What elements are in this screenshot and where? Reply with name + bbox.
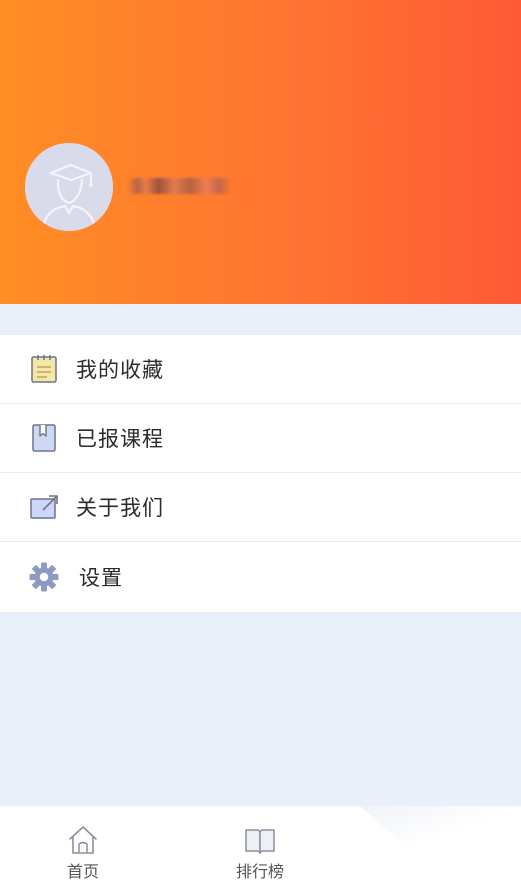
avatar[interactable] (25, 143, 113, 231)
menu-list: 我的收藏 已报课程 关于我们 设置 (0, 335, 521, 612)
menu-item-settings[interactable]: 设置 (0, 542, 521, 612)
username-redacted (127, 175, 232, 197)
external-link-icon (28, 491, 60, 523)
home-icon (66, 824, 100, 856)
menu-item-label: 关于我们 (76, 496, 164, 520)
menu-item-label: 我的收藏 (76, 358, 164, 382)
tab-ranking[interactable]: 排行榜 (200, 806, 320, 883)
tab-label: 排行榜 (235, 862, 284, 881)
tabbar-decoration (360, 806, 521, 883)
bookmark-book-icon (28, 422, 60, 454)
profile-header (0, 0, 521, 304)
bottom-tab-bar: 首页 排行榜 (0, 806, 521, 883)
menu-item-favorites[interactable]: 我的收藏 (0, 335, 521, 404)
menu-item-label: 设置 (79, 566, 123, 590)
user-avatar-icon (25, 143, 113, 231)
tab-home[interactable]: 首页 (23, 806, 143, 883)
menu-item-label: 已报课程 (76, 427, 164, 451)
menu-item-courses[interactable]: 已报课程 (0, 404, 521, 473)
open-book-icon (243, 824, 277, 856)
notepad-icon (28, 353, 60, 385)
gear-icon (28, 561, 60, 593)
menu-item-about[interactable]: 关于我们 (0, 473, 521, 542)
tab-label: 首页 (66, 862, 99, 881)
